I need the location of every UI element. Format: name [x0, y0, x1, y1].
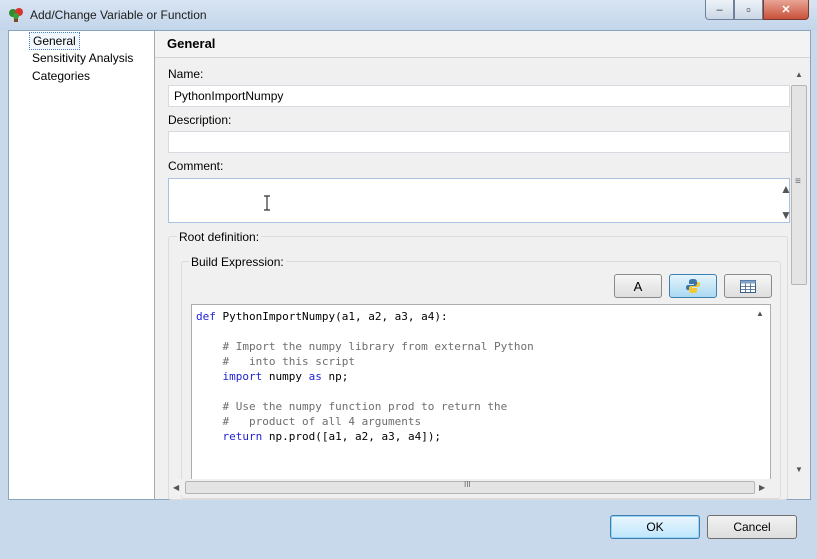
comment-field[interactable]: ▲ ▼	[168, 178, 792, 223]
text-mode-button[interactable]: A	[614, 274, 662, 298]
text-cursor-icon	[264, 195, 270, 211]
code-keyword: import	[222, 370, 263, 383]
page-title: General	[167, 36, 216, 51]
close-icon: ✕	[781, 4, 791, 16]
panel-header: General	[155, 31, 810, 58]
code-comment: # product of all 4 arguments	[196, 415, 422, 428]
dialog-body: General Sensitivity Analysis Categories …	[8, 30, 811, 500]
code-line: # Use the numpy function prod to return …	[196, 399, 534, 414]
minimize-button[interactable]: –	[705, 0, 734, 20]
code-comment: # Import the numpy library from external…	[196, 340, 534, 353]
nav-item-general[interactable]: General	[29, 32, 80, 50]
ok-label: OK	[646, 520, 664, 534]
description-label: Description:	[168, 113, 232, 127]
minimize-icon: –	[716, 3, 723, 16]
editor-scroll-up-icon[interactable]: ▲	[756, 309, 764, 318]
cancel-button[interactable]: Cancel	[707, 515, 797, 539]
code-comment: # Use the numpy function prod to return …	[196, 400, 508, 413]
table-icon	[740, 279, 756, 293]
scroll-left-icon[interactable]: ◀	[173, 483, 179, 492]
nav-item-sensitivity-analysis[interactable]: Sensitivity Analysis	[29, 50, 136, 66]
code-line: import numpy as np;	[196, 369, 534, 384]
scroll-grip-vertical-icon: ≡	[795, 176, 801, 187]
cancel-label: Cancel	[733, 520, 771, 534]
title-bar[interactable]: Add/Change Variable or Function – ▫ ✕	[0, 0, 817, 30]
restore-button[interactable]: ▫	[734, 0, 763, 20]
restore-icon: ▫	[746, 2, 751, 17]
general-panel: General Name: PythonImportNumpy Descript…	[155, 31, 810, 500]
code-keyword: as	[308, 370, 322, 383]
code-line: def PythonImportNumpy(a1, a2, a3, a4):	[196, 309, 534, 324]
horizontal-scrollbar[interactable]: ◀ III ▶	[169, 479, 771, 495]
code-line: # product of all 4 arguments	[196, 414, 534, 429]
code-text: PythonImportNumpy(a1, a2, a3, a4):	[215, 310, 448, 323]
code-keyword: def	[196, 310, 216, 323]
vertical-scroll-thumb[interactable]: ≡	[791, 85, 807, 285]
scroll-grip-icon: III	[464, 480, 471, 489]
description-field[interactable]	[168, 131, 790, 153]
code-line: # Import the numpy library from external…	[196, 339, 534, 354]
code-content[interactable]: def PythonImportNumpy(a1, a2, a3, a4): #…	[196, 309, 534, 444]
scroll-up-icon[interactable]: ▲	[795, 70, 803, 79]
code-comment: # into this script	[196, 355, 355, 368]
vertical-scrollbar[interactable]: ▲ ≡ ▼	[790, 67, 808, 499]
ok-button[interactable]: OK	[610, 515, 700, 539]
comment-label: Comment:	[168, 159, 224, 173]
app-tree-icon	[9, 8, 23, 22]
code-editor[interactable]: def PythonImportNumpy(a1, a2, a3, a4): #…	[191, 304, 771, 480]
code-text: numpy	[262, 370, 309, 383]
category-nav: General Sensitivity Analysis Categories	[9, 31, 155, 499]
close-button[interactable]: ✕	[763, 0, 809, 20]
scroll-down-icon[interactable]: ▼	[795, 465, 803, 474]
code-line: return np.prod([a1, a2, a3, a4]);	[196, 429, 534, 444]
code-keyword: return	[222, 430, 263, 443]
scroll-right-icon[interactable]: ▶	[759, 483, 765, 492]
code-text: np.prod([a1, a2, a3, a4]);	[262, 430, 442, 443]
name-value: PythonImportNumpy	[174, 89, 284, 103]
window-title: Add/Change Variable or Function	[30, 8, 207, 22]
python-logo-icon	[686, 279, 700, 293]
table-mode-button[interactable]	[724, 274, 772, 298]
code-line: # into this script	[196, 354, 534, 369]
build-expression-label: Build Expression:	[189, 255, 286, 269]
code-text: np;	[321, 370, 349, 383]
horizontal-scroll-thumb[interactable]: III	[185, 480, 755, 494]
text-mode-label: A	[633, 278, 643, 294]
root-definition-label: Root definition:	[177, 230, 262, 244]
name-field[interactable]: PythonImportNumpy	[168, 85, 790, 107]
python-mode-button[interactable]	[669, 274, 717, 298]
name-label: Name:	[168, 67, 204, 81]
nav-item-categories[interactable]: Categories	[29, 68, 93, 84]
